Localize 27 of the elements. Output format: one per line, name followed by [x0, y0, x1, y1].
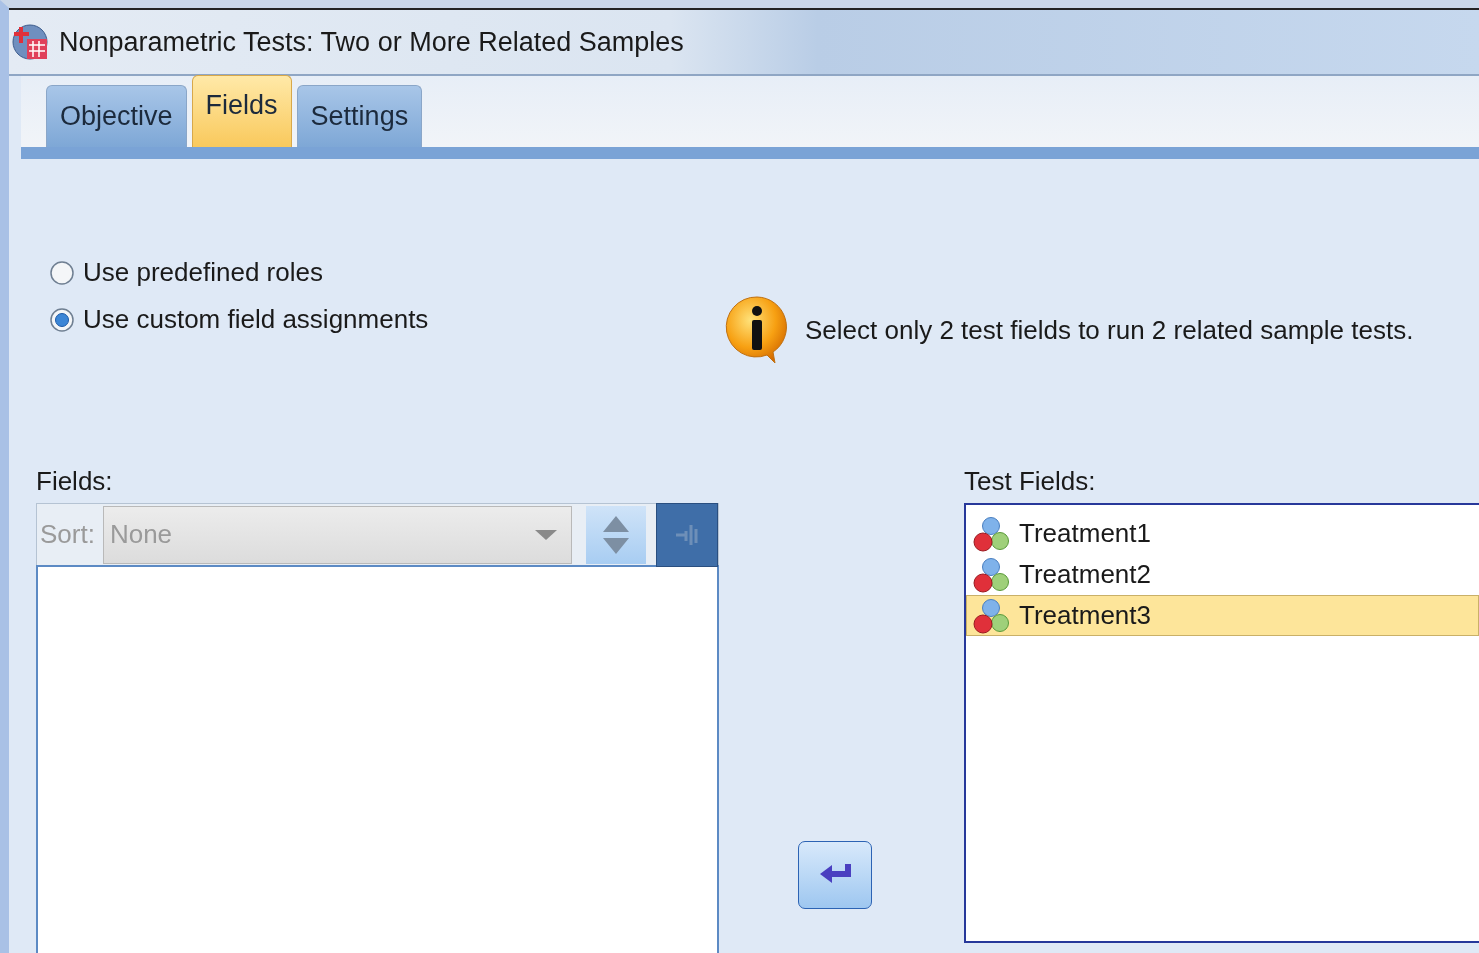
tab[interactable]: Objective	[46, 85, 187, 147]
tab[interactable]: Fields	[191, 75, 292, 147]
nominal-measure-icon	[973, 515, 1011, 552]
field-item[interactable]: Treatment2	[966, 554, 1479, 595]
field-item[interactable]: Treatment3	[966, 595, 1479, 636]
info-message: Select only 2 test fields to run 2 related sample tests.	[805, 314, 1414, 346]
tab[interactable]: Settings	[296, 85, 423, 147]
nominal-measure-icon	[973, 556, 1011, 593]
fields-list[interactable]	[36, 565, 719, 953]
move-back-button[interactable]	[797, 841, 872, 909]
info-icon	[725, 295, 789, 365]
up-down-arrows-icon	[603, 515, 629, 554]
sort-label: Sort:	[39, 519, 96, 550]
radio-option[interactable]: Use custom field assignments	[50, 304, 725, 335]
test-fields-list[interactable]: Treatment1 Treatment2 Treatment3	[964, 503, 1479, 943]
app-icon	[11, 23, 49, 61]
radio-option[interactable]: Use predefined roles	[50, 257, 725, 288]
radio-button[interactable]	[50, 260, 74, 285]
radio-button[interactable]	[50, 307, 74, 332]
window-title: Nonparametric Tests: Two or More Related Samples	[59, 26, 684, 58]
test-fields-label: Test Fields:	[964, 466, 1097, 497]
dropdown-caret-icon	[535, 529, 557, 540]
nominal-measure-icon	[973, 597, 1011, 634]
sort-order-button[interactable]	[586, 505, 646, 564]
field-item[interactable]: Treatment1	[966, 513, 1479, 554]
fields-label: Fields:	[36, 466, 114, 497]
field-list-button[interactable]	[656, 502, 718, 567]
